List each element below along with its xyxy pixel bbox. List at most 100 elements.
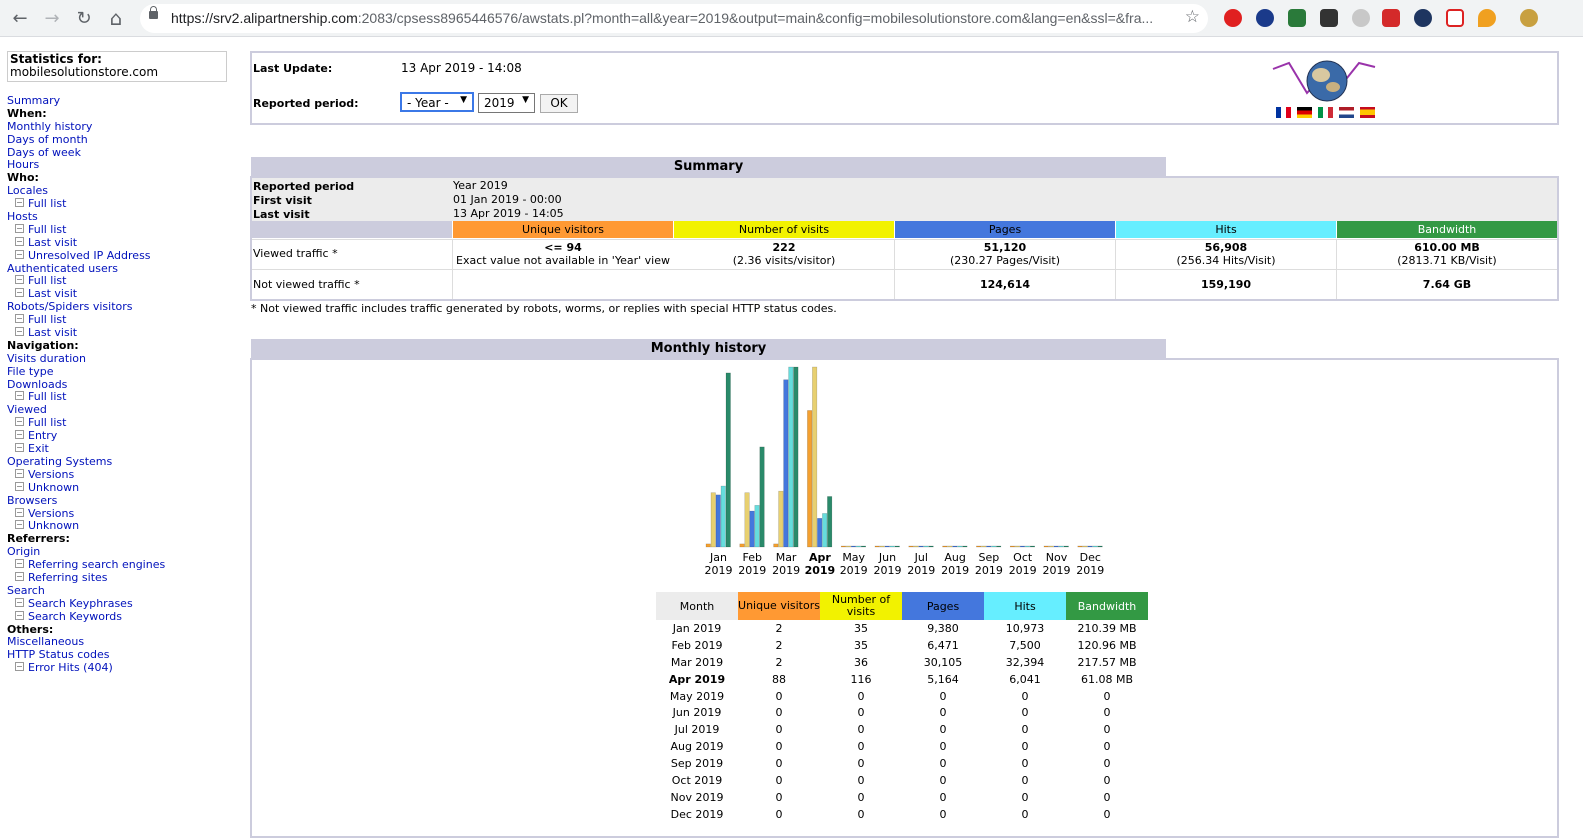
- sidebar-item-days-of-week[interactable]: Days of week: [7, 146, 229, 160]
- history-cell-p: 6,471: [927, 638, 959, 652]
- history-cell-h: 0: [1021, 706, 1029, 720]
- shield-extension-icon[interactable]: [1288, 9, 1306, 27]
- pocket-extension-icon[interactable]: [1446, 9, 1464, 27]
- share-extension-icon[interactable]: [1414, 9, 1432, 27]
- lock-icon: [149, 6, 158, 19]
- sidebar-subitem-unknown[interactable]: Unknown: [7, 481, 229, 495]
- x-tick-year: 2019: [907, 564, 935, 577]
- bar-aug-unique-visitors: [942, 545, 948, 548]
- bar-nov-unique-visitors: [1043, 545, 1049, 548]
- folder-extension-icon[interactable]: [1382, 9, 1400, 27]
- x-tick-month: Apr: [809, 551, 831, 564]
- sidebar-item-hours[interactable]: Hours: [7, 159, 229, 172]
- address-bar[interactable]: https://srv2.alipartnership.com:2083/cps…: [140, 4, 1208, 33]
- history-cell-h: 32,394: [1005, 655, 1045, 669]
- bar-dec-pages: [1087, 545, 1093, 548]
- ok-button[interactable]: OK: [540, 94, 578, 113]
- x-tick-year: 2019: [941, 564, 969, 577]
- history-cell-month: Jul 2019: [674, 723, 720, 737]
- summary-period-area: [252, 178, 1557, 221]
- summary-header-spacer: [252, 221, 452, 238]
- sidebar-item-visits-duration[interactable]: Visits duration: [7, 352, 229, 366]
- history-cell-p: 0: [939, 790, 947, 804]
- history-cell-p: 9,380: [927, 621, 959, 635]
- sidebar-item-file-type[interactable]: File type: [7, 365, 229, 379]
- expand-box-icon: [15, 314, 24, 324]
- reload-icon[interactable]: ↻: [72, 6, 96, 30]
- url-text[interactable]: https://srv2.alipartnership.com:2083/cps…: [171, 10, 1171, 26]
- dutch-flag-icon[interactable]: [1339, 107, 1354, 118]
- sidebar-subitem-unresolved-ip-address[interactable]: Unresolved IP Address: [7, 248, 229, 263]
- x-tick-month: Jun: [878, 551, 896, 564]
- bar-dec-number-of-visits: [1082, 545, 1088, 548]
- x-tick-year: 2019: [805, 564, 836, 577]
- monthly-history-chart: Jan2019Feb2019Mar2019Apr2019May2019Jun20…: [705, 366, 1104, 577]
- not-viewed-hits-value: 159,190: [1200, 278, 1252, 291]
- visits-col-header: Number of visits: [820, 592, 902, 620]
- bar-nov-pages: [1053, 545, 1059, 548]
- last-update-value: 13 Apr 2019 - 14:08: [401, 61, 522, 75]
- pin-extension-icon[interactable]: [1478, 9, 1496, 27]
- x-tick-year: 2019: [840, 564, 868, 577]
- spanish-flag-icon[interactable]: [1360, 107, 1375, 118]
- viewed-bandwidth-cell: 610.00 MB (2813.71 KB/Visit): [1337, 241, 1557, 267]
- history-cell-month: Apr 2019: [668, 672, 726, 686]
- tag-extension-icon[interactable]: [1320, 9, 1338, 27]
- bar-nov-hits: [1058, 545, 1064, 548]
- sidebar-subitem-label: Referring search engines: [28, 558, 166, 572]
- sidebar-subitem-full-list[interactable]: Full list: [7, 197, 229, 211]
- m-extension-icon[interactable]: [1352, 9, 1370, 27]
- german-flag-icon[interactable]: [1297, 107, 1312, 118]
- italian-flag-icon[interactable]: [1318, 107, 1333, 118]
- bookmark-star-icon[interactable]: ☆: [1185, 7, 1200, 27]
- x-tick-year: 2019: [1009, 564, 1037, 577]
- sidebar-subitem-referring-sites[interactable]: Referring sites: [7, 571, 229, 585]
- french-flag-icon[interactable]: [1276, 107, 1291, 118]
- history-cell-month: Jan 2019: [672, 621, 722, 635]
- x-tick-year: 2019: [738, 564, 766, 577]
- not-viewed-traffic-label: Not viewed traffic *: [253, 278, 360, 291]
- sidebar-subitem-label: Full list: [28, 313, 67, 327]
- sidebar-item-days-of-month[interactable]: Days of month: [7, 133, 229, 147]
- expand-box-icon: [15, 417, 24, 427]
- puzzle-extension-icon[interactable]: [1520, 9, 1538, 27]
- history-cell-b: 0: [1103, 790, 1111, 804]
- period-select[interactable]: - Year - ▼: [400, 92, 474, 112]
- bar-nov-bandwidth: [1063, 545, 1069, 548]
- play-extension-icon[interactable]: [1256, 9, 1274, 27]
- sidebar-subitem-last-visit[interactable]: Last visit: [7, 326, 229, 340]
- bar-feb-hits: [754, 505, 760, 548]
- monthly-history-panel: Jan 2019 Feb 2019 Mar 2019 Apr 2019 May 2019 Jun 20…: [250, 358, 1559, 838]
- viewed-unique-cell: <= 94 Exact value not available in 'Year'…: [453, 241, 673, 267]
- history-cell-b: 210.39 MB: [1077, 621, 1137, 635]
- month-col-header: Month: [656, 592, 738, 620]
- year-select[interactable]: 2019 ▼: [478, 93, 535, 113]
- history-cell-h: 0: [1021, 807, 1029, 821]
- sidebar-subitem-label: Full list: [28, 274, 67, 288]
- visits-header: Number of visits: [674, 221, 894, 238]
- sidebar-subitem-search-keywords[interactable]: Search Keywords: [7, 610, 229, 624]
- viewed-visits-note: (2.36 visits/visitor): [732, 254, 836, 267]
- history-cell-u: 0: [775, 807, 783, 821]
- sidebar: Statistics for: mobilesolutionstore.com …: [7, 51, 229, 675]
- history-row: Aug 2019 0 0 0 0 0: [656, 738, 1148, 755]
- sidebar-subitem-label: Error Hits (404): [28, 661, 113, 675]
- sidebar-item-monthly-history[interactable]: Monthly history: [7, 120, 229, 134]
- back-icon[interactable]: ←: [8, 6, 32, 30]
- history-cell-u: 2: [775, 638, 783, 652]
- sidebar-subitem-error-hits-404[interactable]: Error Hits (404): [7, 661, 229, 675]
- sidebar-subitem-exit[interactable]: Exit: [7, 442, 229, 456]
- expand-box-icon: [15, 468, 24, 478]
- bar-jan-number-of-visits: [710, 492, 716, 548]
- sidebar-subitem-label: Unresolved IP Address: [28, 248, 151, 262]
- adblock-extension-icon[interactable]: [1224, 9, 1242, 27]
- bar-sep-number-of-visits: [981, 545, 987, 548]
- history-cell-month: Dec 2019: [670, 807, 724, 821]
- home-icon[interactable]: ⌂: [104, 6, 128, 30]
- bar-aug-bandwidth: [962, 545, 968, 548]
- sidebar-subitem-label: Last visit: [28, 326, 78, 340]
- x-tick-month: Jan: [709, 551, 727, 564]
- sidebar-item-summary[interactable]: Summary: [7, 94, 229, 108]
- history-cell-p: 0: [939, 807, 947, 821]
- forward-icon[interactable]: →: [40, 6, 64, 30]
